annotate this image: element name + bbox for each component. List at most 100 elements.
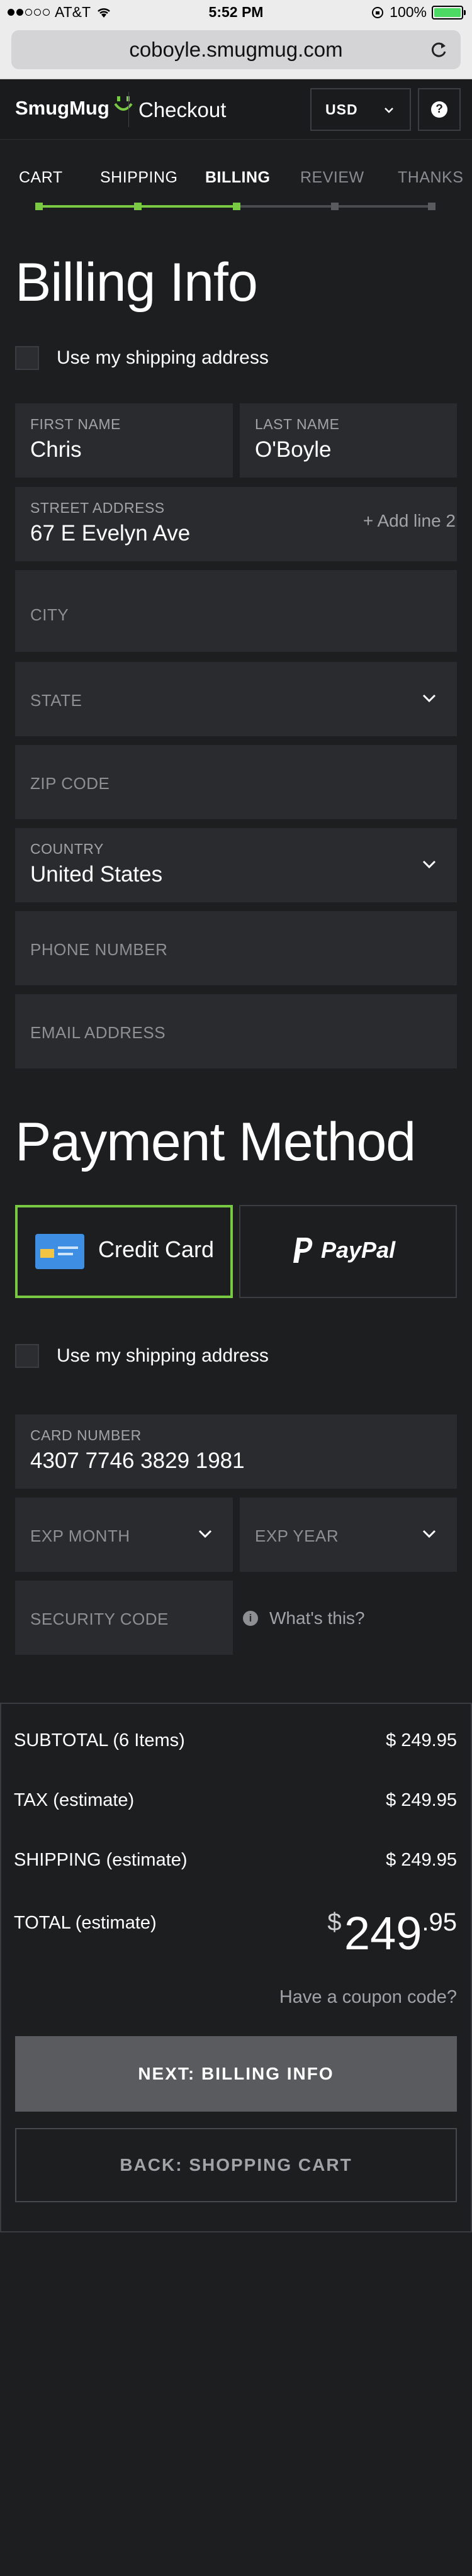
payment-use-shipping-checkbox[interactable] <box>15 1344 39 1368</box>
battery-percent: 100% <box>390 4 427 20</box>
coupon-link[interactable]: Have a coupon code? <box>279 1987 457 2008</box>
card-number-field[interactable]: CARD NUMBER 4307 7746 3829 1981 <box>15 1414 457 1489</box>
step-dot-billing <box>233 203 240 210</box>
first-name-field[interactable]: FIRST NAME Chris <box>15 403 233 478</box>
step-dot-review <box>331 203 339 210</box>
chevron-down-icon <box>385 108 393 113</box>
currency-select[interactable]: USD <box>310 88 411 131</box>
city-field[interactable]: CITY <box>15 570 457 652</box>
tax-label: TAX (estimate) <box>14 1790 135 1810</box>
chevron-down-icon <box>198 1530 212 1538</box>
orientation-lock-icon <box>372 6 384 18</box>
total-cents: .95 <box>422 1908 457 1936</box>
last-name-label: LAST NAME <box>255 416 340 432</box>
shipping-label: SHIPPING (estimate) <box>14 1850 188 1870</box>
step-dot-cart <box>35 203 43 210</box>
browser-toolbar: coboyle.smugmug.com <box>0 25 472 79</box>
page-title: Checkout <box>138 98 227 121</box>
first-name-label: FIRST NAME <box>30 416 121 432</box>
payment-heading: Payment Method <box>15 1112 416 1172</box>
email-placeholder: EMAIL ADDRESS <box>30 1023 166 1042</box>
next-billing-button[interactable]: NEXT: BILLING INFO <box>15 2036 457 2112</box>
reload-icon[interactable] <box>428 39 449 60</box>
info-icon: i <box>243 1611 258 1626</box>
phone-field[interactable]: PHONE NUMBER <box>15 911 457 985</box>
subtotal-row: SUBTOTAL (6 Items) $ 249.95 <box>14 1730 457 1751</box>
payment-use-shipping-label: Use my shipping address <box>57 1345 269 1366</box>
paypal-logo: PayPal <box>292 1236 395 1264</box>
street-address-label: STREET ADDRESS <box>30 500 165 516</box>
tax-value: $ 249.95 <box>386 1790 457 1810</box>
exp-year-select[interactable]: EXP YEAR <box>240 1498 457 1572</box>
state-select[interactable]: STATE <box>15 662 457 736</box>
currency-value: USD <box>325 101 358 118</box>
subtotal-value: $ 249.95 <box>386 1730 457 1750</box>
help-button[interactable]: ? <box>418 88 461 131</box>
billing-use-shipping-label: Use my shipping address <box>57 347 269 368</box>
paypal-icon <box>293 1238 313 1263</box>
payment-use-shipping-row[interactable]: Use my shipping address <box>15 1344 269 1368</box>
logo-text: SmugMug <box>15 97 110 119</box>
total-whole: 249 <box>344 1907 422 1959</box>
street-address-value: 67 E Evelyn Ave <box>30 521 191 546</box>
security-code-field[interactable]: SECURITY CODE <box>15 1581 233 1655</box>
smugmug-logo[interactable]: SmugMug <box>15 96 134 120</box>
chevron-down-icon <box>422 1530 436 1538</box>
step-billing: BILLING <box>205 169 271 186</box>
step-dot-thanks <box>428 203 435 210</box>
paypal-option[interactable]: PayPal <box>239 1205 457 1298</box>
credit-card-label: Credit Card <box>98 1236 215 1262</box>
subtotal-label: SUBTOTAL (6 Items) <box>14 1730 185 1750</box>
city-placeholder: CITY <box>30 605 69 624</box>
total-label: TOTAL (estimate) <box>14 1913 157 1933</box>
last-name-field[interactable]: LAST NAME O'Boyle <box>240 403 457 478</box>
billing-heading: Billing Info <box>15 252 258 313</box>
status-bar: AT&T 5:52 PM 100% <box>0 0 472 25</box>
email-field[interactable]: EMAIL ADDRESS <box>15 994 457 1068</box>
credit-card-icon <box>35 1234 84 1269</box>
credit-card-option[interactable]: Credit Card <box>15 1205 233 1298</box>
zip-field[interactable]: ZIP CODE <box>15 745 457 819</box>
step-review: REVIEW <box>300 169 364 186</box>
exp-month-placeholder: EXP MONTH <box>30 1526 130 1545</box>
whats-this-label: What's this? <box>269 1608 365 1628</box>
last-name-value: O'Boyle <box>255 437 332 462</box>
whats-this-link[interactable]: i What's this? <box>243 1608 365 1628</box>
country-label: COUNTRY <box>30 841 104 857</box>
back-shopping-cart-button[interactable]: BACK: SHOPPING CART <box>15 2128 457 2202</box>
status-right: 100% <box>371 4 466 21</box>
shipping-row: SHIPPING (estimate) $ 249.95 <box>14 1850 457 1871</box>
add-line-2-link[interactable]: + Add line 2 <box>363 511 456 531</box>
tax-row: TAX (estimate) $ 249.95 <box>14 1790 457 1811</box>
help-icon: ? <box>431 101 447 118</box>
chevron-down-icon <box>422 694 436 703</box>
first-name-value: Chris <box>30 437 82 462</box>
billing-use-shipping-checkbox[interactable] <box>15 346 39 370</box>
zip-placeholder: ZIP CODE <box>30 774 110 793</box>
total-currency: $ <box>327 1908 342 1936</box>
checkout-steps: CART SHIPPING BILLING REVIEW THANKS <box>0 140 472 233</box>
app-header: SmugMug Checkout USD ? <box>0 79 472 140</box>
phone-placeholder: PHONE NUMBER <box>30 940 168 959</box>
step-shipping[interactable]: SHIPPING <box>100 169 177 187</box>
total-value: $ 249.95 <box>327 1907 457 1960</box>
country-value: United States <box>30 862 163 887</box>
exp-month-select[interactable]: EXP MONTH <box>15 1498 233 1572</box>
street-address-field[interactable]: STREET ADDRESS 67 E Evelyn Ave + Add lin… <box>15 487 457 561</box>
country-select[interactable]: COUNTRY United States <box>15 828 457 902</box>
smile-icon <box>114 96 133 111</box>
card-number-value: 4307 7746 3829 1981 <box>30 1448 245 1473</box>
url-bar[interactable]: coboyle.smugmug.com <box>11 30 461 69</box>
shipping-value: $ 249.95 <box>386 1850 457 1870</box>
chevron-down-icon <box>422 860 436 869</box>
billing-use-shipping-row[interactable]: Use my shipping address <box>15 346 269 370</box>
header-divider <box>128 92 129 127</box>
step-thanks: THANKS <box>398 169 464 186</box>
step-cart[interactable]: CART <box>19 169 63 187</box>
security-code-placeholder: SECURITY CODE <box>30 1610 169 1628</box>
step-dot-shipping <box>134 203 142 210</box>
url-text: coboyle.smugmug.com <box>129 38 343 61</box>
paypal-label: PayPal <box>321 1237 396 1263</box>
battery-icon <box>432 5 466 20</box>
card-number-label: CARD NUMBER <box>30 1427 142 1443</box>
